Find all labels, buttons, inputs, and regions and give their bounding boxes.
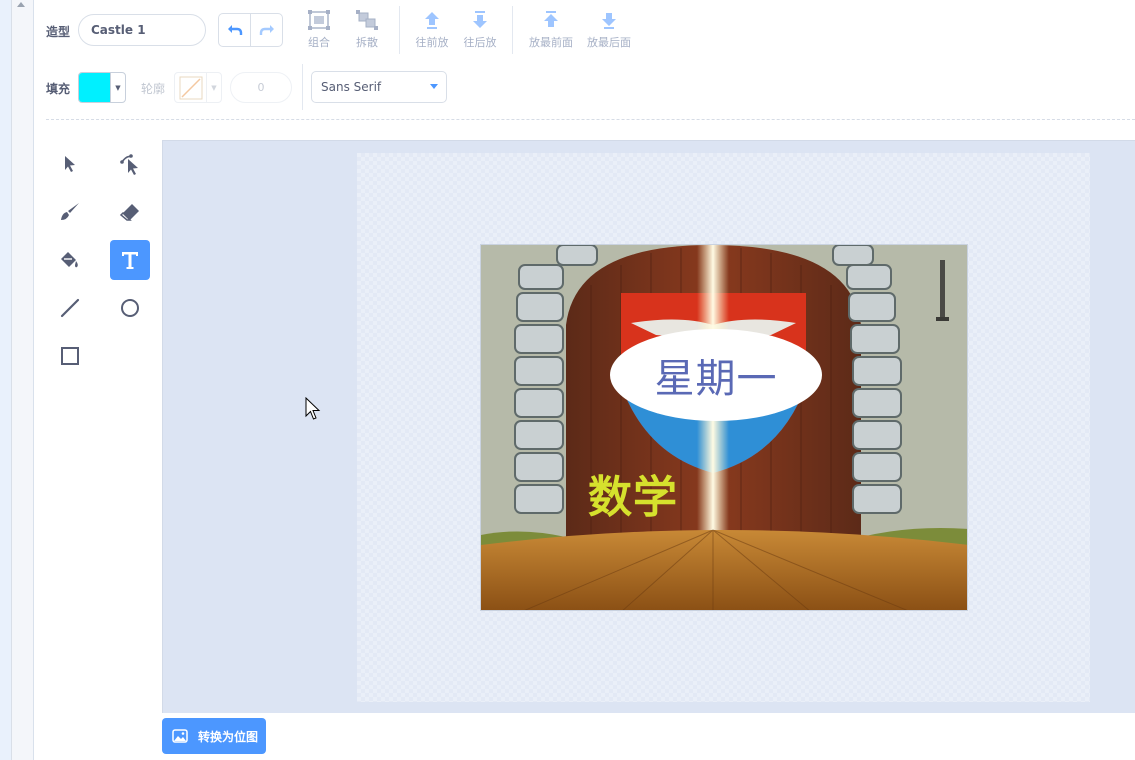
chevron-down-icon bbox=[430, 84, 438, 89]
ungroup-button[interactable]: 拆散 bbox=[337, 10, 397, 56]
arrow-up-icon bbox=[425, 12, 439, 29]
brush-icon bbox=[61, 203, 79, 220]
font-select[interactable]: Sans Serif bbox=[311, 71, 447, 103]
reshape-icon bbox=[120, 154, 138, 175]
line-icon bbox=[60, 298, 80, 318]
rectangle-icon bbox=[61, 347, 79, 365]
tool-brush[interactable] bbox=[50, 192, 90, 232]
no-color-icon bbox=[179, 76, 202, 99]
bring-to-front-label: 放最前面 bbox=[529, 36, 573, 49]
arrow-down-icon bbox=[473, 11, 487, 28]
redo-button[interactable] bbox=[250, 14, 282, 46]
outline-label: 轮廓 bbox=[141, 82, 166, 96]
backward-button[interactable]: 往后放 bbox=[450, 10, 510, 56]
group-icon bbox=[308, 10, 330, 30]
tool-text[interactable] bbox=[110, 240, 150, 280]
ellipse-text: 星期一 bbox=[654, 356, 778, 402]
undo-icon bbox=[227, 25, 242, 35]
costume-name-input[interactable]: Castle 1 bbox=[78, 14, 206, 46]
castle-gate-illustration bbox=[481, 245, 967, 610]
convert-to-bitmap-label: 转换为位图 bbox=[198, 729, 259, 744]
bring-to-front-icon bbox=[544, 11, 558, 27]
circle-icon bbox=[121, 299, 139, 317]
fill-bucket-icon bbox=[61, 252, 78, 268]
separator bbox=[399, 6, 400, 54]
tool-reshape[interactable] bbox=[110, 144, 150, 184]
eraser-icon bbox=[119, 204, 139, 221]
subject-text-object[interactable]: 数学 bbox=[588, 461, 678, 525]
ungroup-label: 拆散 bbox=[356, 36, 378, 49]
chevron-down-icon[interactable]: ▼ bbox=[110, 73, 125, 102]
undo-button[interactable] bbox=[219, 14, 250, 46]
paint-canvas-area[interactable]: 星期一 数学 bbox=[162, 140, 1135, 713]
separator bbox=[512, 6, 513, 54]
ungroup-icon bbox=[356, 10, 378, 30]
tool-line[interactable] bbox=[50, 288, 90, 328]
no-outline-swatch[interactable] bbox=[175, 73, 206, 102]
castle-backdrop-image[interactable]: 星期一 数学 bbox=[480, 244, 968, 611]
fill-color-picker[interactable]: ▼ bbox=[78, 72, 126, 103]
tool-rectangle[interactable] bbox=[50, 336, 90, 376]
image-icon bbox=[172, 729, 188, 743]
toolbar-divider bbox=[46, 119, 1135, 120]
scrollbar-track[interactable] bbox=[11, 0, 33, 760]
stroke-width-input[interactable]: 0 bbox=[230, 72, 292, 103]
chevron-down-icon[interactable]: ▼ bbox=[206, 73, 221, 102]
undo-redo-group bbox=[218, 13, 283, 47]
convert-to-bitmap-button[interactable]: 转换为位图 bbox=[162, 718, 266, 754]
mouse-pointer-icon bbox=[305, 396, 321, 425]
costume-label: 造型 bbox=[46, 25, 71, 39]
separator bbox=[302, 64, 303, 110]
redo-icon bbox=[259, 25, 274, 35]
tool-circle[interactable] bbox=[110, 288, 150, 328]
tool-eraser[interactable] bbox=[110, 192, 150, 232]
fill-color-swatch[interactable] bbox=[79, 73, 110, 102]
ellipse-text-object[interactable]: 星期一 bbox=[610, 329, 822, 421]
forward-label: 往前放 bbox=[415, 36, 449, 49]
backward-label: 往后放 bbox=[463, 36, 497, 49]
bring-to-front-button[interactable]: 放最前面 bbox=[521, 10, 581, 56]
tool-fill[interactable] bbox=[50, 240, 90, 280]
group-label: 组合 bbox=[308, 36, 330, 49]
send-to-back-icon bbox=[602, 13, 616, 29]
tool-select[interactable] bbox=[50, 144, 90, 184]
text-tool-icon bbox=[122, 252, 138, 269]
send-to-back-label: 放最后面 bbox=[587, 36, 631, 49]
fill-label: 填充 bbox=[46, 82, 71, 96]
send-to-back-button[interactable]: 放最后面 bbox=[579, 10, 639, 56]
select-arrow-icon bbox=[65, 156, 75, 172]
outline-color-picker[interactable]: ▼ bbox=[174, 72, 222, 103]
left-scrollbar[interactable] bbox=[0, 0, 34, 760]
scroll-up-arrow-icon[interactable] bbox=[17, 2, 25, 7]
font-select-value: Sans Serif bbox=[321, 80, 382, 94]
